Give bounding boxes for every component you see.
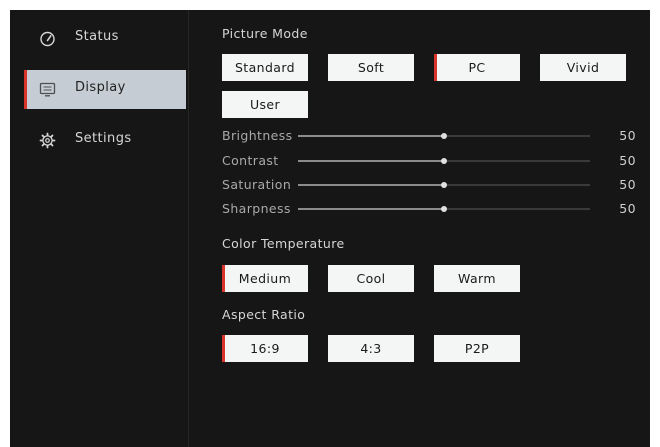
color-temperature-title: Color Temperature xyxy=(222,236,345,251)
slider-value: 50 xyxy=(619,128,636,143)
sidebar-item-label: Status xyxy=(75,29,119,44)
contrast-slider-row: Contrast 50 xyxy=(222,153,642,169)
color-temp-option-cool[interactable]: Cool xyxy=(328,265,414,292)
slider-fill xyxy=(298,208,444,210)
slider-label: Saturation xyxy=(222,177,292,192)
slider-thumb[interactable] xyxy=(441,133,447,139)
aspect-option-4-3[interactable]: 4:3 xyxy=(328,335,414,362)
sharpness-slider[interactable] xyxy=(298,206,590,212)
screen: Status Display Settings Picture Mode Sta… xyxy=(0,0,660,447)
slider-label: Contrast xyxy=(222,153,279,168)
color-temp-option-warm[interactable]: Warm xyxy=(434,265,520,292)
saturation-slider[interactable] xyxy=(298,182,590,188)
sharpness-slider-row: Sharpness 50 xyxy=(222,201,642,217)
slider-value: 50 xyxy=(619,153,636,168)
picture-mode-option-pc[interactable]: PC xyxy=(434,54,520,81)
brightness-slider[interactable] xyxy=(298,133,590,139)
contrast-slider[interactable] xyxy=(298,158,590,164)
gear-icon xyxy=(39,132,56,149)
sidebar: Status Display Settings xyxy=(10,10,189,447)
sidebar-item-label: Settings xyxy=(75,131,132,146)
slider-label: Brightness xyxy=(222,128,293,143)
picture-mode-option-user[interactable]: User xyxy=(222,91,308,118)
slider-value: 50 xyxy=(619,201,636,216)
slider-label: Sharpness xyxy=(222,201,291,216)
slider-fill xyxy=(298,135,444,137)
slider-value: 50 xyxy=(619,177,636,192)
picture-mode-title: Picture Mode xyxy=(222,26,308,41)
slider-fill xyxy=(298,184,444,186)
osd-menu: Status Display Settings Picture Mode Sta… xyxy=(10,10,650,447)
main-panel: Picture Mode Standard Soft PC Vivid User… xyxy=(222,10,642,447)
brightness-slider-row: Brightness 50 xyxy=(222,128,642,144)
sidebar-item-status[interactable]: Status xyxy=(24,19,186,57)
sidebar-item-settings[interactable]: Settings xyxy=(24,121,186,159)
color-temp-option-medium[interactable]: Medium xyxy=(222,265,308,292)
picture-mode-option-standard[interactable]: Standard xyxy=(222,54,308,81)
sidebar-item-label: Display xyxy=(75,80,126,95)
sidebar-item-display[interactable]: Display xyxy=(24,70,186,109)
slider-thumb[interactable] xyxy=(441,206,447,212)
aspect-option-p2p[interactable]: P2P xyxy=(434,335,520,362)
aspect-ratio-title: Aspect Ratio xyxy=(222,307,306,322)
slider-thumb[interactable] xyxy=(441,158,447,164)
aspect-option-16-9[interactable]: 16:9 xyxy=(222,335,308,362)
picture-mode-option-vivid[interactable]: Vivid xyxy=(540,54,626,81)
slider-thumb[interactable] xyxy=(441,182,447,188)
monitor-icon xyxy=(39,82,56,97)
saturation-slider-row: Saturation 50 xyxy=(222,177,642,193)
slider-fill xyxy=(298,160,444,162)
picture-mode-option-soft[interactable]: Soft xyxy=(328,54,414,81)
gauge-icon xyxy=(40,31,55,47)
